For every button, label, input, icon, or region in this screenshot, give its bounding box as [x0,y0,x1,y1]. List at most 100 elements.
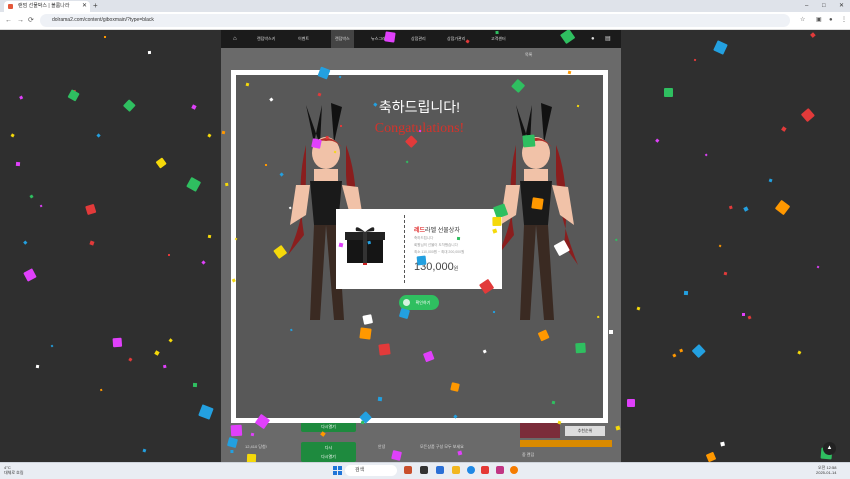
confetti-piece [168,254,171,257]
bookmark-star-icon[interactable]: ☆ [800,12,805,29]
confetti-piece [162,364,167,369]
confetti-piece [672,353,677,358]
confetti-piece [691,343,706,358]
taskbar-app-icon-1[interactable] [404,466,412,474]
card-divider [404,215,405,283]
nav-item-1[interactable]: 이벤트 [298,30,309,48]
confetti-piece [609,329,614,334]
confetti-piece [378,343,391,356]
confetti-piece [384,30,396,43]
confetti-piece [340,124,343,128]
confetti-piece [22,267,37,282]
confetti-piece [743,205,749,212]
confetti-piece [359,327,372,340]
reopen-button-2[interactable]: 다시 다시열기 [301,442,356,462]
modal-title-korean: 축하드립니다! [378,99,461,115]
confetti-piece [810,32,816,38]
windows-start-icon[interactable] [333,466,342,475]
taskbar-app-icon-8[interactable] [510,466,518,474]
confirm-label: 확인하기 [415,300,431,305]
confetti-piece [325,135,329,139]
reopen-button[interactable]: 다시열기 [301,422,356,432]
close-window-button[interactable]: ✕ [839,0,844,12]
confetti-piece [100,388,103,392]
file-explorer-icon[interactable] [452,466,460,474]
browser-tab[interactable]: 랜덤 선물박스 | 볼룸나라 ✕ [4,1,90,12]
tab-close-icon[interactable]: ✕ [82,1,87,12]
menu-kebab-icon[interactable]: ⋮ [841,12,847,29]
address-bar-row: ← → ⟳ dolrama2.com/content/giboxmain/?ty… [0,12,850,30]
confetti-piece [147,51,152,55]
reopen-button-2-line2: 다시열기 [321,454,336,459]
maximize-button[interactable]: □ [822,0,826,12]
system-clock[interactable]: 오전 12:58 2025-01-14 [816,465,836,475]
bell-icon[interactable]: ● [591,30,595,48]
confetti-piece [522,134,536,148]
confetti-piece [154,349,160,356]
confetti-piece [128,357,133,362]
confetti-piece [20,95,24,99]
scroll-to-top-button[interactable]: ▲ [823,442,836,455]
product-name-rest: 라벨 선물상자 [425,228,460,234]
confetti-piece [154,157,167,170]
all-products-text: 모든상품 구성 모두 보세요 [420,444,464,449]
win-text: 12,410 당첨! [245,444,267,449]
confetti-piece [192,382,197,387]
product-price-range: 최소 110,000원 ~ 최대 200,000원 [414,250,465,254]
profile-avatar-icon[interactable]: ● [829,12,833,29]
taskbar-app-icon-2[interactable] [420,466,428,474]
confetti-piece [207,133,212,137]
new-tab-button[interactable]: + [93,1,98,11]
side-thumbnail[interactable] [520,422,560,438]
tab-title: 랜덤 선물박스 | 볼룸나라 [18,3,70,9]
taskbar-app-icon-3[interactable] [436,466,444,474]
weather-widget[interactable]: 4°C 대체로 흐림 [4,465,24,475]
confetti-piece [627,399,636,408]
confetti-piece [104,36,107,39]
nav-item-0[interactable]: 랜덤박스키 [257,30,275,48]
confetti-piece [269,97,273,101]
nav-item-4[interactable]: 상점관리 [411,30,426,48]
back-button[interactable]: ← [5,12,12,29]
confetti-piece [96,133,101,138]
reopen-button-2-line1: 다시 [324,445,333,450]
confetti-piece [122,99,136,112]
confetti-piece [229,450,234,454]
confirm-button[interactable]: 확인하기 [399,295,439,310]
weather-desc: 대체로 흐림 [4,470,24,475]
confetti-piece [418,129,422,133]
confetti-piece [234,237,238,241]
site-favicon-icon [8,4,13,9]
taskbar: 4°C 대체로 흐림 검색 오전 12:58 2025-01-14 [0,462,850,479]
confetti-piece [168,338,174,344]
user-menu-icon[interactable]: ▤ [605,30,611,48]
ranking-badge[interactable]: 추천순위 [565,426,605,436]
instagram-icon[interactable] [496,466,504,474]
nav-item-2[interactable]: 랜덤박스 [331,30,354,48]
home-icon[interactable]: ⌂ [233,30,237,48]
youtube-icon[interactable] [481,466,489,474]
confetti-piece [492,310,496,314]
nav-item-5[interactable]: 상점가관리 [447,30,465,48]
confetti-piece [774,199,791,215]
confetti-piece [112,337,122,347]
taskbar-search-input[interactable]: 검색 [345,465,397,476]
list-label: 목록 [525,52,533,57]
site-navigation: ⌂ 랜덤박스키 이벤트 랜덤박스 뉴스그래픽 상점관리 상점가관리 고객센터 ●… [221,30,621,48]
confetti-piece [265,163,268,166]
browser-tab-bar: 랜덤 선물박스 | 볼룸나라 ✕ + – □ ✕ [0,0,850,12]
extensions-icon[interactable]: ▣ [816,12,822,29]
confetti-piece [185,176,202,193]
minimize-button[interactable]: – [805,0,808,12]
confetti-piece [679,348,684,352]
chrome-icon[interactable] [467,466,475,474]
forward-button[interactable]: → [17,12,24,29]
confetti-piece [28,194,34,199]
confetti-piece [142,448,147,452]
confetti-piece [208,234,212,239]
confetti-piece [491,217,502,227]
confetti-piece [704,153,709,158]
confetti-piece [231,425,243,437]
url-input[interactable]: dolrama2.com/content/giboxmain/?type=bla… [40,14,790,27]
reload-button[interactable]: ⟳ [28,12,34,29]
